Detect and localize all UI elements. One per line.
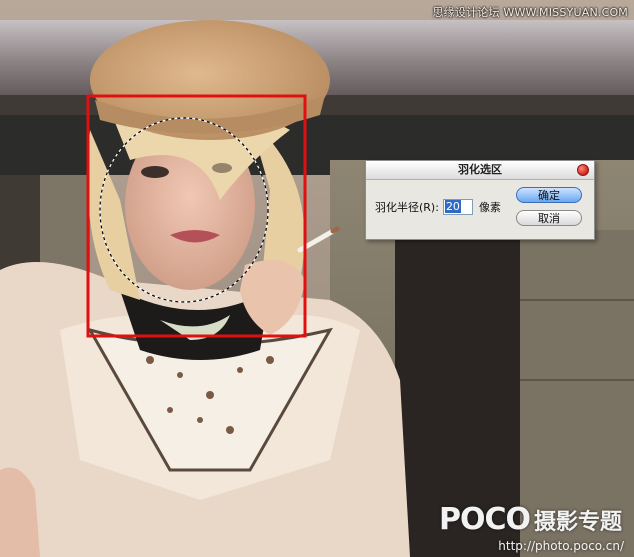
poco-brand: POCO — [438, 502, 531, 537]
poco-brand-cn: 摄影专题 — [533, 510, 622, 535]
watermark-top: 思缘设计论坛 WWW.MISSYUAN.COM — [432, 6, 628, 19]
dialog-title: 羽化选区 — [458, 163, 502, 176]
radius-value: 20 — [444, 200, 461, 213]
radius-label: 羽化半径(R): — [375, 201, 439, 214]
poco-url: http://photo.poco.cn/ — [498, 539, 624, 553]
ok-button[interactable]: 确定 — [516, 187, 582, 203]
close-icon[interactable] — [577, 164, 589, 176]
cancel-button[interactable]: 取消 — [516, 210, 582, 226]
radius-row: 羽化半径(R): 20 像素 — [375, 199, 501, 215]
feather-selection-dialog: 羽化选区 羽化半径(R): 20 像素 确定 取消 — [365, 160, 595, 240]
unit-label: 像素 — [478, 201, 501, 214]
dialog-titlebar[interactable]: 羽化选区 — [366, 161, 594, 180]
radius-input[interactable]: 20 — [442, 199, 473, 215]
poco-logo: POCO 摄影专题 — [439, 502, 622, 537]
photo-canvas — [0, 0, 634, 557]
